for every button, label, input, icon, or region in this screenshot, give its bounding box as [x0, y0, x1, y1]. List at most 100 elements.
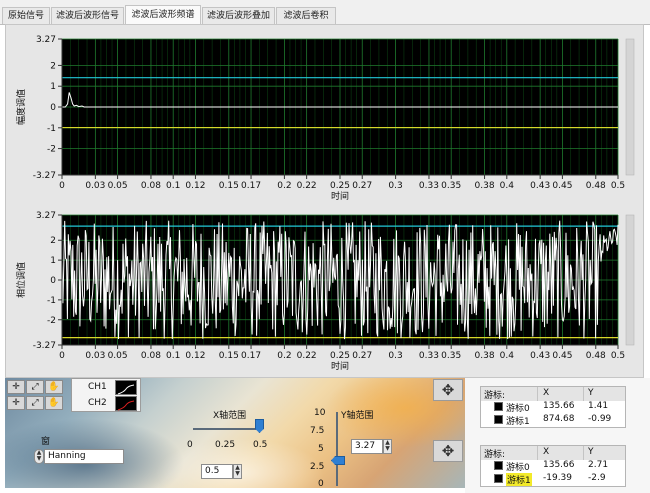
x-range-tick: 0.5 — [253, 440, 268, 450]
x-tick-label: 0.27 — [352, 351, 372, 361]
x-tick-label: 0.17 — [241, 181, 261, 191]
legend-ch1-swatch[interactable] — [115, 380, 137, 395]
crosshair-tool-button-2[interactable]: ✛ — [7, 396, 25, 410]
y-axis-label: 相位调值 — [15, 262, 27, 298]
x-tick-label: 0.08 — [141, 181, 161, 191]
y-tick-label: -3.27 — [33, 171, 56, 181]
x-tick-label: 0.48 — [586, 181, 606, 191]
tab-bar: 原始信号 滤波后波形信号 滤波后波形频谱 滤波后波形叠加 滤波后卷积 — [0, 0, 650, 25]
crosshair-tool-button[interactable]: ✛ — [7, 380, 25, 394]
y-range-tick: 5 — [318, 444, 324, 454]
window-select[interactable]: Hanning — [44, 449, 124, 464]
graph-navigation-button-2[interactable]: ✥ — [433, 440, 463, 462]
tab-filtered-spectrum[interactable]: 滤波后波形频谱 — [125, 5, 201, 25]
cursor-name-selected[interactable]: 游标1 — [506, 473, 532, 486]
phase-graph[interactable]: 3.27210-1-2-3.270 0.03 0.05 0.08 0.1 0.12 0.15… — [6, 201, 643, 377]
x-tick-label: 0.05 — [108, 181, 128, 191]
cursor-title: 游标: — [484, 391, 506, 401]
y-tick-label: -1 — [47, 296, 56, 306]
x-range-tick: 0 — [187, 440, 193, 450]
cursor-y-value: -2.9 — [588, 473, 606, 483]
x-tick-label: 0.22 — [297, 181, 317, 191]
column-y-header: Y — [588, 388, 594, 398]
x-tick-label: 0.27 — [352, 181, 372, 191]
x-range-label: X轴范围 — [213, 411, 247, 421]
tab-filtered-overlay[interactable]: 滤波后波形叠加 — [202, 7, 275, 24]
column-x-header: X — [543, 388, 550, 398]
zoom-tool-button[interactable]: ⤢ — [26, 380, 44, 394]
x-tick-label: 0.1 — [166, 181, 180, 191]
x-tick-label: 0.1 — [166, 351, 180, 361]
x-tick-label: 0.38 — [475, 181, 495, 191]
pan-tool-button[interactable]: ✋ — [45, 380, 63, 394]
y-axis-label: 幅度调值 — [15, 89, 27, 125]
x-tick-label: 0.45 — [552, 181, 572, 191]
cursor-marker-icon — [494, 474, 503, 483]
x-range-slider-track[interactable] — [193, 428, 261, 430]
cursor-marker-icon — [494, 402, 503, 411]
cursor-table-1[interactable]: 游标: X Y 游标0 135.66 1.41 游标1 874.68 -0.99 — [480, 386, 626, 428]
y-range-tick: 0 — [318, 479, 324, 488]
x-tick-label: 0.15 — [219, 351, 239, 361]
x-tick-label: 0.12 — [185, 181, 205, 191]
x-tick-label: 0.43 — [530, 351, 550, 361]
control-area: ✛ ⤢ ✋ ✛ ⤢ ✋ CH1 CH2 X轴范围 0 0.25 0.5 0.5 … — [5, 378, 465, 488]
x-tick-label: 0.25 — [330, 351, 350, 361]
cursor-title: 游标: — [484, 450, 506, 460]
x-tick-label: 0.03 — [85, 351, 105, 361]
cursor-x-value: -19.39 — [543, 473, 573, 483]
graph-navigation-button[interactable]: ✥ — [433, 379, 463, 401]
legend-ch2-swatch[interactable] — [115, 396, 137, 411]
x-tick-label: 0.2 — [277, 181, 291, 191]
x-tick-label: 0.4 — [500, 181, 515, 191]
x-range-slider-thumb[interactable] — [255, 419, 264, 433]
zoom-tool-button-2[interactable]: ⤢ — [26, 396, 44, 410]
x-tick-label: 0.43 — [530, 181, 550, 191]
x-tick-label: 0.5 — [611, 351, 625, 361]
x-range-tick: 0.25 — [215, 440, 236, 450]
x-tick-label: 0.05 — [108, 351, 128, 361]
y-tick-label: 0 — [50, 276, 56, 286]
y-range-label: Y轴范围 — [341, 411, 374, 421]
y-tick-label: 2 — [50, 236, 56, 246]
y-tick-label: -3.27 — [33, 341, 56, 351]
y-range-slider-thumb[interactable] — [331, 456, 345, 465]
graph-scrollbar — [625, 38, 635, 176]
x-tick-label: 0.2 — [277, 351, 291, 361]
x-tick-label: 0.3 — [388, 351, 402, 361]
x-tick-label: 0 — [59, 181, 65, 191]
window-ring-spinner[interactable]: ▲ ▼ — [34, 449, 44, 464]
tab-filtered-convolution[interactable]: 滤波后卷积 — [276, 7, 336, 24]
x-tick-label: 0.48 — [586, 351, 606, 361]
pan-tool-button-2[interactable]: ✋ — [45, 396, 63, 410]
legend-ch1-label: CH1 — [88, 382, 107, 392]
x-tick-label: 0.17 — [241, 351, 261, 361]
x-tick-label: 0.12 — [185, 351, 205, 361]
x-tick-label: 0.33 — [419, 181, 439, 191]
cursor-name[interactable]: 游标1 — [506, 414, 530, 427]
y-tick-label: 1 — [50, 82, 56, 92]
y-range-input[interactable]: 3.27 — [351, 439, 383, 454]
y-tick-label: -1 — [47, 124, 56, 134]
y-range-tick: 2.5 — [310, 462, 325, 472]
tab-original-signal[interactable]: 原始信号 — [2, 7, 50, 24]
cursor-marker-icon — [494, 415, 503, 424]
tab-filtered-signal[interactable]: 滤波后波形信号 — [51, 7, 124, 24]
cursor-marker-icon — [494, 461, 503, 470]
plot-legend: CH1 CH2 — [71, 378, 141, 412]
x-range-spinner[interactable]: ▲ ▼ — [233, 464, 242, 479]
cursor-name[interactable]: 游标0 — [506, 460, 530, 473]
cursor-table-2[interactable]: 游标: X Y 游标0 135.66 2.71 游标1 -19.39 -2.9 — [480, 445, 626, 487]
y-range-tick: 10 — [314, 408, 326, 418]
x-tick-label: 0.38 — [475, 351, 495, 361]
y-tick-label: 3.27 — [36, 211, 56, 221]
y-tick-label: 0 — [50, 103, 56, 113]
y-tick-label: 2 — [50, 61, 56, 71]
y-range-spinner[interactable]: ▲ ▼ — [383, 439, 392, 454]
x-range-input[interactable]: 0.5 — [201, 464, 233, 479]
amplitude-graph[interactable]: 3.27210-1-2-3.270 0.03 0.05 0.08 0.1 0.12 0.15… — [6, 25, 643, 203]
x-tick-label: 0.22 — [297, 351, 317, 361]
cursor-name[interactable]: 游标0 — [506, 401, 530, 414]
column-y-header: Y — [588, 447, 594, 457]
y-range-slider-track[interactable] — [336, 412, 338, 486]
